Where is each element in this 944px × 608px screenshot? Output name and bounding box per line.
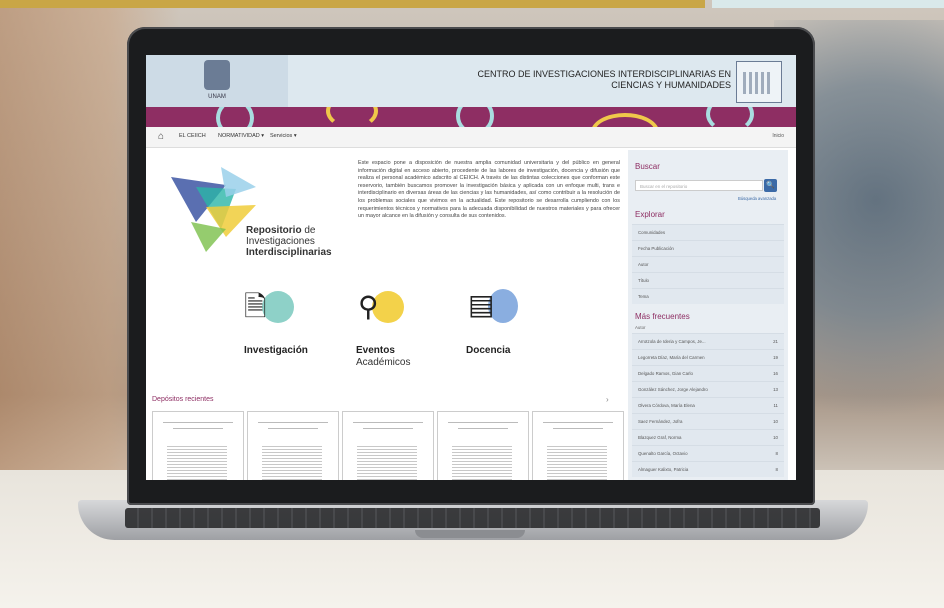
repo-title-line2: Investigaciones bbox=[246, 236, 315, 247]
ceiich-logo-icon[interactable] bbox=[736, 61, 782, 103]
main-nav: ⌂ EL CEIICH NORMATIVIDAD ▾ Servicios ▾ I… bbox=[146, 127, 796, 148]
search-input[interactable]: Buscar en el repositorio bbox=[635, 180, 763, 191]
sidebar: Buscar Buscar en el repositorio 🔍 Búsque… bbox=[628, 150, 788, 480]
frequent-author-item[interactable]: Quenalto García, Octavio 8 bbox=[632, 445, 784, 461]
frequent-author-item[interactable]: Blazquez Graf, Norma 10 bbox=[632, 429, 784, 445]
top-banner-light bbox=[712, 0, 944, 8]
frequent-author-item[interactable]: Almaguer Kalixto, Patricia 8 bbox=[632, 461, 784, 477]
unam-label: UNAM bbox=[208, 94, 226, 100]
laptop-keyboard bbox=[125, 508, 820, 528]
advanced-search-link[interactable]: Búsqueda avanzada bbox=[738, 196, 776, 201]
repo-title-line3: Interdisciplinarias bbox=[246, 247, 332, 258]
unam-seal-icon bbox=[204, 60, 230, 90]
recent-deposit-thumb[interactable] bbox=[247, 411, 339, 480]
explore-item-titulo[interactable]: Título bbox=[632, 272, 784, 288]
feature-label: Investigación bbox=[244, 345, 308, 356]
center-title-line2: CIENCIAS Y HUMANIDADES bbox=[611, 80, 731, 90]
repo-title-rest: de bbox=[301, 225, 316, 236]
recent-deposit-thumb[interactable] bbox=[342, 411, 434, 480]
explore-item-fecha[interactable]: Fecha Publicación bbox=[632, 240, 784, 256]
intro-paragraph: Este espacio pone a disposición de nuest… bbox=[358, 160, 620, 220]
lecture-icon: ⚲ bbox=[358, 291, 379, 322]
explore-item-comunidades[interactable]: Comunidades bbox=[632, 224, 784, 240]
frequent-author-item[interactable]: Legorreta Díaz, María del Carmen 19 bbox=[632, 349, 784, 365]
repositorio-title: Repositorio de Investigaciones Interdisc… bbox=[246, 225, 332, 258]
recent-deposits-heading: Depósitos recientes bbox=[152, 396, 214, 403]
site-header: UNAM CENTRO DE INVESTIGACIONES INTERDISC… bbox=[146, 55, 796, 107]
repo-title-bold: Repositorio bbox=[246, 225, 302, 236]
frequent-author-item[interactable]: González Sánchez, Jorge Alejandro 13 bbox=[632, 381, 784, 397]
nav-item-ceiich[interactable]: EL CEIICH bbox=[179, 133, 206, 139]
unam-logo-box[interactable]: UNAM bbox=[146, 55, 288, 107]
recent-deposit-thumb[interactable] bbox=[437, 411, 529, 480]
top-banner-gold bbox=[0, 0, 705, 8]
explore-item-tema[interactable]: Tema bbox=[632, 288, 784, 304]
nav-item-normatividad[interactable]: NORMATIVIDAD ▾ bbox=[218, 133, 264, 139]
frequent-subheading: Autor bbox=[635, 325, 646, 330]
nav-item-servicios[interactable]: Servicios ▾ bbox=[270, 133, 297, 139]
recent-deposit-thumb[interactable] bbox=[532, 411, 624, 480]
feature-label-2: Académicos bbox=[356, 357, 411, 368]
frequent-author-item[interactable]: Saez Fernández, Jofra 10 bbox=[632, 413, 784, 429]
feature-label: Docencia bbox=[466, 345, 511, 356]
home-icon[interactable]: ⌂ bbox=[158, 131, 164, 142]
feature-investigacion[interactable]: 🗎 Investigación bbox=[244, 291, 354, 371]
search-heading: Buscar bbox=[635, 162, 660, 171]
decorative-wave-band bbox=[146, 107, 796, 127]
frequent-author-item[interactable]: Olvera Córdova, María Elena 11 bbox=[632, 397, 784, 413]
explore-heading: Explorar bbox=[635, 210, 665, 219]
nav-login-link[interactable]: Inicio bbox=[772, 133, 784, 139]
laptop-notch bbox=[415, 530, 525, 538]
laptop-screen: UNAM CENTRO DE INVESTIGACIONES INTERDISC… bbox=[146, 55, 796, 480]
feature-eventos[interactable]: ⚲ Eventos Académicos bbox=[356, 291, 466, 371]
search-button[interactable]: 🔍 bbox=[764, 179, 777, 192]
frequent-author-item[interactable]: Arrotzola de Ideria y Campos, Je... 21 bbox=[632, 333, 784, 349]
carousel-next-icon[interactable]: › bbox=[606, 395, 609, 404]
center-title: CENTRO DE INVESTIGACIONES INTERDISCIPLIN… bbox=[441, 69, 731, 91]
document-search-icon: 🗎 bbox=[244, 291, 267, 322]
frequent-author-item[interactable]: Delgado Ramos, Gian Carlo 16 bbox=[632, 365, 784, 381]
repositorio-logo-icon bbox=[171, 167, 256, 252]
frequent-heading: Más frecuentes bbox=[635, 312, 690, 321]
books-icon: ▤ bbox=[468, 289, 495, 320]
feature-docencia[interactable]: ▤ Docencia bbox=[466, 289, 576, 369]
explore-item-autor[interactable]: Autor bbox=[632, 256, 784, 272]
feature-label: Eventos bbox=[356, 345, 395, 356]
recent-deposit-thumb[interactable] bbox=[152, 411, 244, 480]
center-title-line1: CENTRO DE INVESTIGACIONES INTERDISCIPLIN… bbox=[477, 69, 731, 79]
